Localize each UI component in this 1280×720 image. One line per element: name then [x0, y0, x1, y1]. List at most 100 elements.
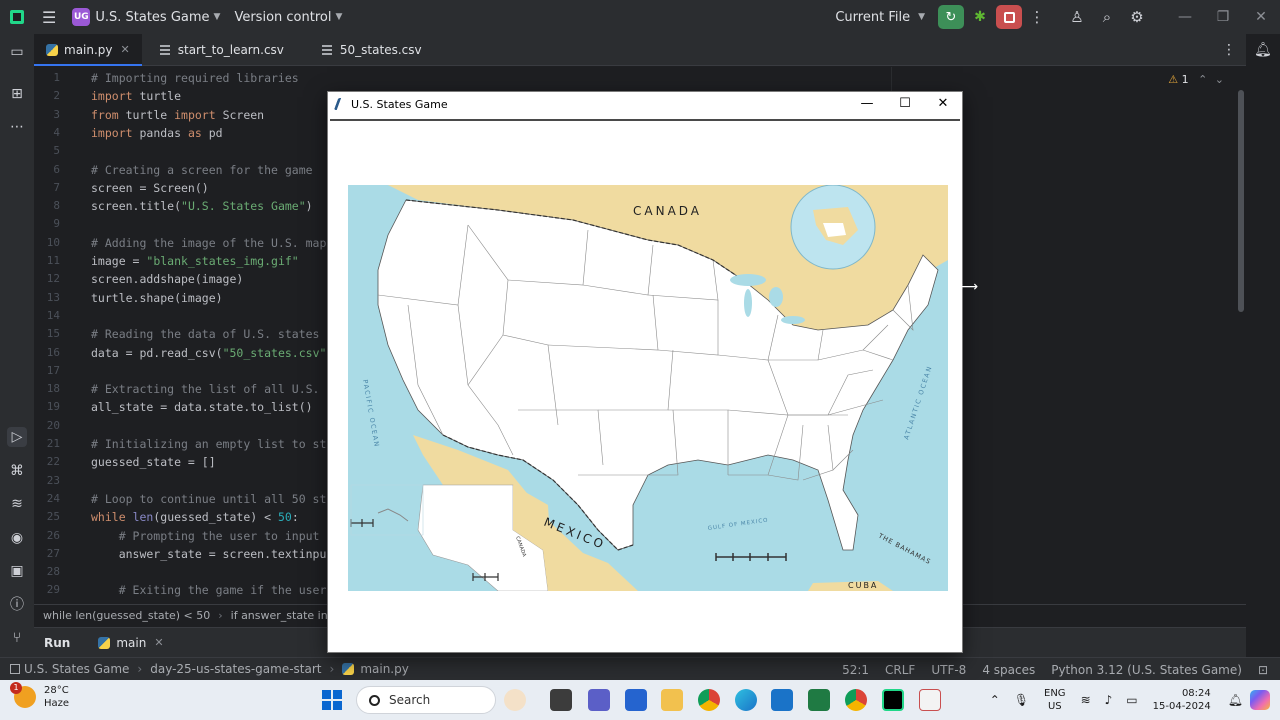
code-line[interactable]: image = "blank_states_img.gif": [91, 254, 299, 268]
file-encoding[interactable]: UTF-8: [931, 663, 966, 677]
run-config-selector[interactable]: Current File: [835, 10, 910, 25]
code-line[interactable]: # Prompting the user to input a: [91, 529, 334, 543]
turtle-window-titlebar[interactable]: U.S. States Game — ☐ ✕: [328, 92, 962, 116]
teams-icon[interactable]: [588, 689, 610, 711]
run-tool-icon[interactable]: ▷: [7, 427, 27, 447]
python-tk-icon[interactable]: [919, 689, 941, 711]
file-explorer-icon[interactable]: [661, 689, 683, 711]
breadcrumb-item[interactable]: while len(guessed_state) < 50: [43, 609, 210, 622]
turtle-canvas[interactable]: CANADA MEXICO PACIFIC OCEAN ATLANTIC OCE…: [330, 119, 960, 651]
minimize-icon[interactable]: —: [1166, 9, 1204, 25]
code-line[interactable]: from turtle import Screen: [91, 108, 264, 122]
more-actions-icon[interactable]: ⋮: [1022, 8, 1052, 26]
close-tab-icon[interactable]: ✕: [121, 43, 130, 56]
tab-start-to-learn-csv[interactable]: start_to_learn.csv: [148, 34, 296, 66]
code-line[interactable]: screen.addshape(image): [91, 272, 243, 286]
code-line[interactable]: # Creating a screen for the game: [91, 163, 313, 177]
stop-button[interactable]: [996, 5, 1022, 29]
edge-icon[interactable]: [735, 689, 757, 711]
tab-50-states-csv[interactable]: 50_states.csv: [310, 34, 434, 66]
clock[interactable]: 08:24 15-04-2024: [1153, 687, 1211, 713]
weather-widget[interactable]: 1 28°C Haze: [10, 682, 69, 710]
code-line[interactable]: # Importing required libraries: [91, 71, 299, 85]
language-indicator[interactable]: ENG US: [1044, 687, 1066, 713]
tray-overflow-icon[interactable]: ⌃: [990, 693, 1000, 707]
wifi-icon[interactable]: ≋: [1081, 693, 1091, 707]
turtle-game-window[interactable]: U.S. States Game — ☐ ✕ CANADA MEXICO PAC…: [327, 91, 963, 653]
code-line[interactable]: # Extracting the list of all U.S. s: [91, 382, 333, 396]
microphone-icon[interactable]: 🎙︎: [1014, 693, 1029, 707]
services-icon[interactable]: ◉: [7, 528, 27, 548]
indent-setting[interactable]: 4 spaces: [982, 663, 1035, 677]
debug-button[interactable]: ✱: [967, 5, 993, 29]
code-line[interactable]: while len(guessed_state) < 50:: [91, 510, 299, 524]
close-icon[interactable]: ✕: [1242, 9, 1280, 25]
start-button[interactable]: [322, 690, 342, 710]
line-separator[interactable]: CRLF: [885, 663, 915, 677]
notification-icon[interactable]: 🔔︎: [1228, 693, 1243, 707]
python-console-icon[interactable]: ⌘: [7, 461, 27, 481]
code-line[interactable]: import pandas as pd: [91, 126, 223, 140]
code-line[interactable]: # Initializing an empty list to sto: [91, 437, 333, 451]
add-user-icon[interactable]: ♙: [1062, 8, 1092, 26]
status-path-folder[interactable]: day-25-us-states-game-start: [150, 662, 321, 676]
tab-main-py[interactable]: main.py ✕: [34, 33, 142, 66]
code-line[interactable]: import turtle: [91, 89, 181, 103]
mail-icon[interactable]: [771, 689, 793, 711]
code-line[interactable]: # Exiting the game if the user: [91, 583, 327, 597]
code-line[interactable]: # Loop to continue until all 50 sta: [91, 492, 333, 506]
chevron-down-icon[interactable]: ⌄: [1215, 73, 1224, 86]
code-line[interactable]: # Reading the data of U.S. states f: [91, 327, 333, 341]
gear-icon[interactable]: ⚙: [1122, 8, 1152, 26]
status-path-project[interactable]: U.S. States Game: [24, 662, 129, 676]
code-line[interactable]: answer_state = screen.textinput: [91, 547, 334, 561]
pycharm-logo-icon: [10, 10, 24, 24]
pycharm-taskbar-icon[interactable]: [882, 689, 904, 711]
project-folder-icon[interactable]: ▭: [7, 42, 27, 62]
git-icon[interactable]: ⑂: [7, 628, 27, 648]
rerun-button[interactable]: ↻: [938, 5, 964, 29]
chevron-up-icon[interactable]: ⌃: [1198, 73, 1207, 86]
copilot-icon[interactable]: [1250, 690, 1270, 710]
search-icon[interactable]: ⌕: [1092, 8, 1122, 26]
terminal-icon[interactable]: ▣: [7, 561, 27, 581]
excel-icon[interactable]: [808, 689, 830, 711]
problems-icon[interactable]: ⓘ: [7, 595, 27, 615]
code-line[interactable]: all_state = data.state.to_list(): [91, 400, 313, 414]
minimize-icon[interactable]: —: [848, 92, 886, 116]
inspection-widget[interactable]: ⚠ 1 ⌃ ⌄: [1168, 73, 1224, 86]
structure-icon[interactable]: ⊞: [7, 84, 27, 104]
code-line[interactable]: data = pd.read_csv("50_states.csv"): [91, 346, 333, 360]
chrome-profile-icon[interactable]: [845, 689, 867, 711]
restore-icon[interactable]: ❐: [1204, 9, 1242, 25]
close-tab-icon[interactable]: ✕: [154, 636, 163, 649]
status-path-file[interactable]: main.py: [360, 662, 409, 676]
task-view-icon[interactable]: [550, 689, 572, 711]
main-menu-icon[interactable]: ☰: [42, 8, 56, 27]
code-line[interactable]: screen.title("U.S. States Game"): [91, 199, 313, 213]
editor-scrollbar[interactable]: [1238, 90, 1244, 312]
taskbar-search[interactable]: Search: [356, 686, 496, 714]
code-line[interactable]: screen = Screen(): [91, 181, 209, 195]
volume-icon[interactable]: ♪: [1105, 693, 1113, 707]
caret-position[interactable]: 52:1: [842, 663, 869, 677]
python-packages-icon[interactable]: ≋: [7, 494, 27, 514]
more-tools-icon[interactable]: ⋯: [7, 117, 27, 137]
notifications-bell-icon[interactable]: 🔔︎: [1254, 42, 1272, 58]
run-tab-main[interactable]: main ✕: [98, 636, 164, 650]
chrome-icon[interactable]: [698, 689, 720, 711]
battery-icon[interactable]: ▭: [1126, 693, 1137, 707]
code-line[interactable]: # Adding the image of the U.S. map a: [91, 236, 340, 250]
widget-app-icon[interactable]: [504, 689, 526, 711]
tab-options-icon[interactable]: ⋮: [1222, 42, 1236, 58]
python-interpreter[interactable]: Python 3.12 (U.S. States Game): [1051, 663, 1242, 677]
maximize-icon[interactable]: ☐: [886, 92, 924, 116]
store-icon[interactable]: [625, 689, 647, 711]
close-icon[interactable]: ✕: [924, 92, 962, 116]
vcs-selector[interactable]: Version control: [234, 10, 331, 25]
lock-icon[interactable]: ⊡: [1258, 663, 1268, 677]
code-line[interactable]: turtle.shape(image): [91, 291, 223, 305]
code-line[interactable]: guessed_state = []: [91, 455, 216, 469]
project-selector[interactable]: U.S. States Game: [95, 10, 209, 25]
us-states-map[interactable]: CANADA MEXICO PACIFIC OCEAN ATLANTIC OCE…: [348, 185, 948, 591]
